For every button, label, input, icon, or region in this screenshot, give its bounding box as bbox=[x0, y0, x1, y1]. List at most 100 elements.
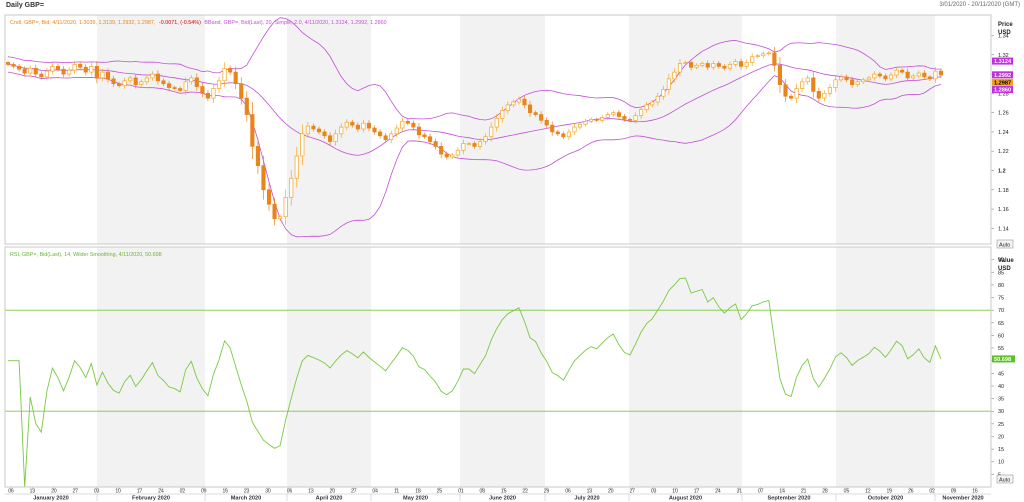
day-tick-label: 13 bbox=[308, 489, 314, 495]
candle-body bbox=[572, 126, 577, 133]
day-tick-label: 18 bbox=[415, 489, 421, 495]
candle-body bbox=[172, 87, 177, 89]
candle bbox=[50, 63, 55, 75]
day-tick-label: 06 bbox=[8, 489, 14, 495]
candle bbox=[272, 197, 277, 226]
candle-body bbox=[877, 73, 882, 77]
candle-body bbox=[766, 52, 771, 55]
candle bbox=[233, 66, 238, 90]
candle-body bbox=[122, 80, 127, 86]
candle bbox=[450, 152, 455, 160]
candle bbox=[561, 131, 566, 140]
day-tick-label: 13 bbox=[587, 489, 593, 495]
candle-body bbox=[777, 65, 783, 86]
candle-body bbox=[61, 68, 66, 75]
candle-body bbox=[689, 62, 694, 68]
candle bbox=[433, 138, 438, 150]
price-tick-label: 1.2 bbox=[998, 168, 1006, 174]
day-tick-label: 30 bbox=[265, 489, 271, 495]
candle bbox=[750, 53, 755, 66]
candle bbox=[205, 90, 210, 102]
candle-body bbox=[183, 81, 188, 91]
rsi-tick-label: 30 bbox=[998, 409, 1004, 415]
price-tag-close: 1.2987 bbox=[992, 78, 1013, 86]
month-shade bbox=[97, 15, 205, 244]
day-tick-label: 16 bbox=[972, 489, 978, 495]
candle-body bbox=[583, 120, 588, 125]
candle-body bbox=[589, 119, 594, 122]
day-tick-label: 31 bbox=[737, 489, 743, 495]
candle-body bbox=[239, 83, 244, 99]
day-tick-label: 25 bbox=[437, 489, 443, 495]
candle-body bbox=[500, 110, 505, 119]
candle-body bbox=[278, 216, 283, 220]
candle-body bbox=[872, 73, 877, 79]
candle-body bbox=[827, 87, 832, 94]
candle-body bbox=[100, 71, 105, 79]
candle bbox=[777, 57, 783, 93]
candle bbox=[566, 128, 571, 140]
rsi-tick-label: 10 bbox=[998, 460, 1004, 466]
day-tick-label: 20 bbox=[330, 489, 336, 495]
candle bbox=[72, 60, 77, 74]
candle bbox=[938, 68, 944, 78]
candle-body bbox=[17, 65, 22, 70]
month-shade bbox=[836, 15, 935, 244]
candle-body bbox=[222, 67, 227, 82]
candle-body bbox=[744, 62, 749, 67]
month-label: February 2020 bbox=[132, 496, 170, 502]
chart-canvas[interactable]: 1.341.321.31.281.261.241.221.21.181.161.… bbox=[0, 0, 1024, 502]
price-axis-header: Price bbox=[998, 22, 1013, 28]
candle-body bbox=[761, 53, 766, 57]
candle-body bbox=[344, 121, 349, 128]
candle-body bbox=[677, 63, 683, 73]
candle-body bbox=[794, 88, 799, 99]
candle bbox=[422, 132, 427, 139]
candle bbox=[250, 101, 255, 159]
candle-body bbox=[733, 61, 738, 65]
rsi-axis-unit: USD bbox=[998, 266, 1011, 272]
month-label: September 2020 bbox=[768, 496, 811, 502]
rsi-tick-label: 20 bbox=[998, 434, 1004, 440]
month-shade bbox=[629, 247, 742, 487]
day-tick-label: 17 bbox=[137, 489, 143, 495]
day-tick-label: 24 bbox=[715, 489, 721, 495]
candle-body bbox=[394, 127, 399, 135]
candle-body bbox=[522, 98, 527, 106]
candle bbox=[594, 117, 599, 123]
candle-body bbox=[11, 64, 16, 67]
month-label: March 2020 bbox=[231, 496, 261, 502]
candle-body bbox=[750, 56, 755, 63]
candle-body bbox=[444, 153, 449, 158]
candle-body bbox=[366, 122, 372, 129]
candle bbox=[788, 94, 794, 101]
candle-body bbox=[250, 114, 255, 147]
candle-body bbox=[55, 65, 61, 70]
day-tick-label: 10 bbox=[115, 489, 121, 495]
day-tick-label: 22 bbox=[522, 489, 528, 495]
candle-body bbox=[466, 143, 472, 145]
month-shade bbox=[460, 15, 545, 244]
candle-body bbox=[544, 119, 549, 126]
month-shade bbox=[629, 15, 742, 244]
day-tick-label: 05 bbox=[844, 489, 850, 495]
candle bbox=[811, 71, 816, 98]
candle-body bbox=[772, 52, 777, 66]
candle bbox=[589, 117, 594, 124]
auto-button[interactable]: Auto bbox=[996, 474, 1014, 484]
month-shade bbox=[836, 247, 935, 487]
auto-button[interactable]: Auto bbox=[996, 239, 1014, 249]
candle-body bbox=[450, 154, 455, 158]
price-tag-value: 1.2860 bbox=[994, 88, 1011, 94]
candle-body bbox=[627, 119, 633, 121]
candle-body bbox=[622, 116, 627, 120]
rsi-tick-label: 35 bbox=[998, 397, 1004, 403]
candle-body bbox=[550, 124, 555, 133]
candle-body bbox=[916, 72, 921, 77]
rsi-tick-label: 40 bbox=[998, 384, 1004, 390]
candle-body bbox=[922, 72, 927, 78]
candle-body bbox=[461, 143, 466, 151]
candle-body bbox=[94, 65, 99, 79]
candle-body bbox=[838, 76, 844, 81]
candle bbox=[211, 83, 216, 103]
